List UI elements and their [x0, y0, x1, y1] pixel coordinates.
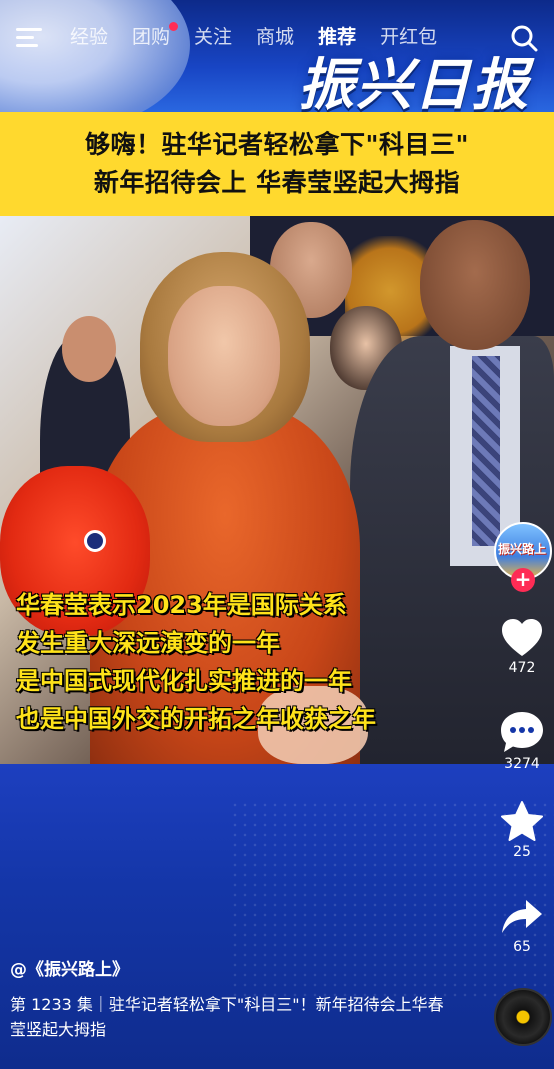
search-icon[interactable] [510, 24, 538, 52]
avatar-label: 振兴路上 [498, 542, 547, 556]
comment-count: 3274 [504, 756, 540, 772]
share-button[interactable]: 65 [490, 897, 554, 955]
tab-guanzhu[interactable]: 关注 [194, 22, 232, 52]
author-name[interactable]: @《振兴路上》 [10, 955, 129, 980]
nav-tabs: 经验 团购 关注 商城 推荐 开红包 [70, 22, 461, 52]
comment-button[interactable]: 3274 [490, 710, 554, 772]
like-count: 472 [508, 660, 536, 676]
tab-jingyan[interactable]: 经验 [70, 22, 108, 52]
like-button[interactable]: 472 [490, 618, 554, 676]
tab-kaihongbao[interactable]: 开红包 [380, 22, 437, 52]
video-subtitles: 华春莹表示2023年是国际关系 发生重大深远演变的一年 是中国式现代化扎实推进的… [16, 586, 496, 738]
favorite-button[interactable]: 25 [490, 800, 554, 860]
banner-line-1: 够嗨！驻华记者轻松拿下"科目三" [84, 130, 470, 159]
tab-tuijian[interactable]: 推荐 [318, 22, 356, 52]
video-title-banner: 够嗨！驻华记者轻松拿下"科目三" 新年招待会上 华春莹竖起大拇指 [0, 112, 554, 216]
notification-dot [169, 22, 179, 31]
share-icon [502, 900, 542, 933]
menu-icon[interactable] [16, 28, 42, 48]
heart-icon [502, 619, 542, 656]
banner-line-2: 新年招待会上 华春莹竖起大拇指 [93, 168, 461, 197]
video-description[interactable]: 第 1233 集｜驻华记者轻松拿下"科目三"！新年招待会上华春莹竖起大拇指 [10, 992, 450, 1042]
subtitle-line: 发生重大深远演变的一年 [16, 629, 280, 657]
tab-shangcheng[interactable]: 商城 [256, 22, 294, 52]
follow-button[interactable]: + [511, 568, 535, 592]
music-disc-icon[interactable] [494, 988, 552, 1046]
top-navigation: 经验 团购 关注 商城 推荐 开红包 [0, 18, 554, 58]
star-icon [501, 801, 543, 841]
share-count: 65 [513, 939, 531, 955]
subtitle-line: 也是中国外交的开拓之年收获之年 [16, 705, 376, 733]
comment-icon [501, 712, 543, 752]
tab-tuangou[interactable]: 团购 [132, 22, 179, 52]
subtitle-line: 华春莹表示2023年是国际关系 [16, 591, 347, 619]
subtitle-line: 是中国式现代化扎实推进的一年 [16, 667, 352, 695]
favorite-count: 25 [513, 844, 531, 860]
